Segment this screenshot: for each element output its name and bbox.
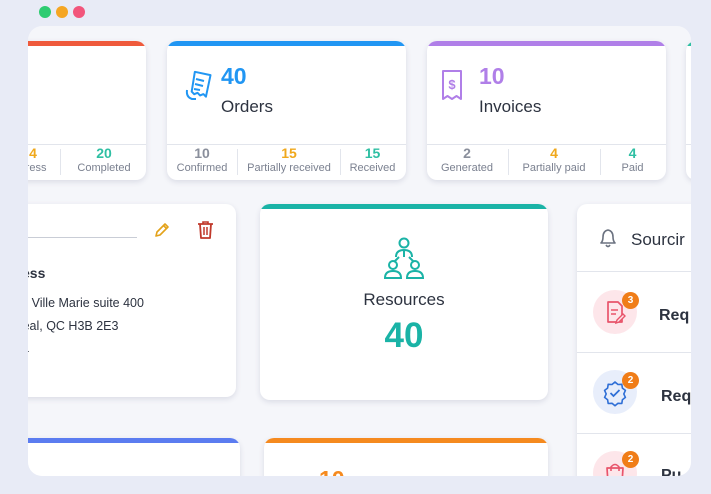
stat-value: 15 bbox=[364, 145, 381, 161]
stat-value: 4 bbox=[29, 145, 37, 161]
stat-value: 15 bbox=[281, 145, 297, 161]
notification-badge: 2 bbox=[622, 451, 639, 468]
bottom-middle-count: 10 bbox=[319, 466, 345, 476]
stat-label: Generated bbox=[441, 162, 493, 174]
stat-completed: 20 Completed bbox=[62, 145, 146, 174]
stat-label: gress bbox=[28, 162, 47, 174]
window-minimize-dot[interactable] bbox=[56, 6, 68, 18]
address-title: dress bbox=[28, 265, 46, 281]
next-card[interactable] bbox=[686, 41, 691, 180]
stat-partially-received: 15 Partially received bbox=[239, 145, 339, 174]
stat-value: 20 bbox=[96, 145, 112, 161]
invoices-count: 10 bbox=[479, 63, 505, 89]
bottom-left-card[interactable] bbox=[28, 438, 240, 476]
stat-value: 4 bbox=[628, 145, 637, 161]
card-divider bbox=[686, 144, 691, 145]
sourcing-row[interactable]: 2 Pu bbox=[577, 434, 691, 476]
people-network-icon bbox=[383, 237, 425, 279]
invoices-title: Invoices bbox=[479, 97, 542, 116]
stat-label: Completed bbox=[77, 162, 131, 174]
stat-generated: 2 Generated bbox=[429, 145, 505, 174]
trash-icon[interactable] bbox=[197, 220, 214, 239]
stat-confirmed: 10 Confirmed bbox=[169, 145, 235, 174]
resources-card[interactable]: Resources 40 bbox=[260, 204, 548, 400]
stat-value: 2 bbox=[463, 145, 471, 161]
card-accent-bar bbox=[686, 41, 691, 46]
stat-separator bbox=[508, 149, 509, 175]
pencil-icon[interactable] bbox=[153, 221, 171, 239]
stat-paid: 4 Paid bbox=[601, 145, 664, 174]
sourcing-row-label: Pu bbox=[661, 467, 682, 476]
stat-value: 4 bbox=[550, 145, 558, 161]
receipt-icon bbox=[185, 70, 212, 100]
address-line-3: ada bbox=[28, 341, 29, 355]
stat-in-progress: 4 gress bbox=[28, 145, 58, 174]
stat-separator bbox=[60, 149, 61, 175]
sourcing-row-label: Req bbox=[659, 307, 690, 324]
card-accent-bar bbox=[264, 438, 548, 443]
orders-title: Orders bbox=[221, 97, 273, 116]
stat-label: Paid bbox=[621, 162, 644, 174]
stat-value: 10 bbox=[194, 145, 210, 161]
orders-card[interactable]: 40 Orders 10 Confirmed 15 Partially rece… bbox=[167, 41, 406, 180]
stat-received: 15 Received bbox=[341, 145, 404, 174]
stat-partially-paid: 4 Partially paid bbox=[510, 145, 598, 174]
resources-count: 40 bbox=[384, 316, 424, 355]
card-accent-bar bbox=[427, 41, 666, 46]
sourcing-row[interactable]: 3 Req bbox=[577, 272, 691, 352]
card-accent-bar bbox=[28, 438, 240, 443]
notification-badge: 3 bbox=[622, 292, 639, 309]
stat-label: Received bbox=[349, 162, 396, 174]
orders-count: 40 bbox=[221, 63, 247, 89]
stat-label: Partially received bbox=[247, 162, 331, 174]
resources-title: Resources bbox=[363, 290, 445, 309]
invoices-card[interactable]: $ 10 Invoices 2 Generated 4 Partially pa… bbox=[427, 41, 666, 180]
address-line-1: ace Ville Marie suite 400 bbox=[28, 296, 144, 310]
address-input-underline bbox=[28, 237, 137, 238]
window-maximize-dot[interactable] bbox=[73, 6, 85, 18]
address-line-2: ntreal, QC H3B 2E3 bbox=[28, 319, 119, 333]
invoice-dollar-icon: $ bbox=[442, 70, 462, 100]
stat-separator bbox=[237, 149, 238, 175]
sourcing-card: Sourcir 3 Req 2 Req 2 Pu bbox=[577, 204, 691, 476]
card-accent-bar bbox=[260, 204, 548, 209]
sourcing-row[interactable]: 2 Req bbox=[577, 353, 691, 433]
sourcing-title: Sourcir bbox=[631, 230, 685, 249]
address-card: dress ace Ville Marie suite 400 ntreal, … bbox=[28, 204, 236, 397]
dashboard-window: 4 gress 20 Completed 40 Orders 10 Confir… bbox=[28, 26, 691, 476]
notification-badge: 2 bbox=[622, 372, 639, 389]
bottom-middle-card[interactable]: 10 bbox=[264, 438, 548, 476]
window-close-dot[interactable] bbox=[39, 6, 51, 18]
sourcing-row-label: Req bbox=[661, 388, 691, 405]
bell-icon bbox=[600, 229, 616, 248]
stat-label: Partially paid bbox=[522, 162, 586, 174]
projects-card[interactable]: 4 gress 20 Completed bbox=[28, 41, 146, 180]
card-accent-bar bbox=[28, 41, 146, 46]
stat-label: Confirmed bbox=[176, 162, 228, 174]
card-accent-bar bbox=[167, 41, 406, 46]
svg-text:$: $ bbox=[448, 77, 456, 92]
